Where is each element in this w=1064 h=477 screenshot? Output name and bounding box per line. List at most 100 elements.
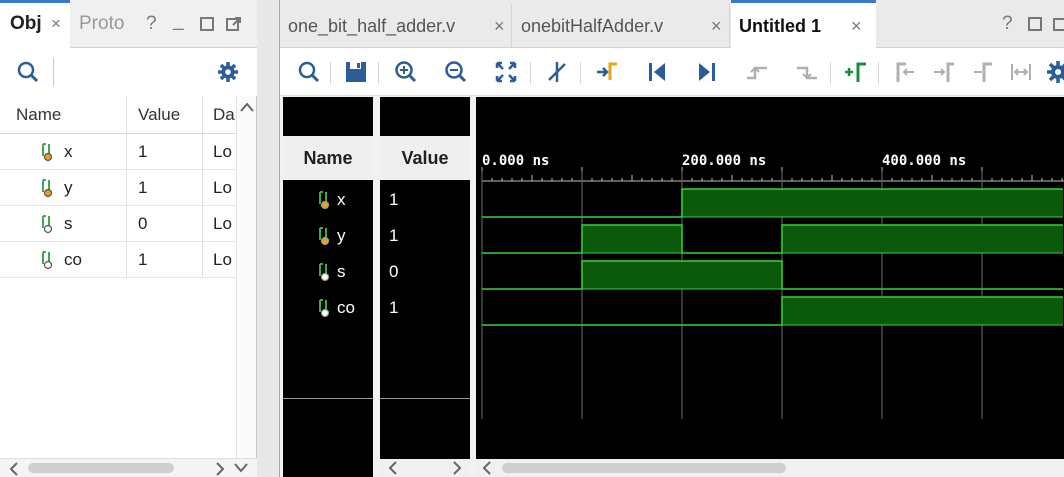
- chevron-right-icon[interactable]: [452, 461, 462, 475]
- waveform-high-segment: [782, 297, 882, 325]
- row-name: x: [64, 142, 73, 161]
- table-row[interactable]: s 0 Lo: [0, 206, 236, 242]
- signal-value: 1: [389, 298, 399, 317]
- close-icon[interactable]: ×: [851, 3, 862, 49]
- row-type: Lo: [213, 142, 232, 161]
- signal-name[interactable]: y: [337, 226, 346, 246]
- go-to-start-icon[interactable]: [643, 58, 671, 86]
- waveform-editor: one_bit_half_adder.v × onebitHalfAdder.v…: [279, 0, 1064, 477]
- waveform-high-segment: [982, 189, 1063, 217]
- column-value[interactable]: Value: [138, 96, 180, 134]
- row-name: co: [64, 250, 82, 269]
- row-type: Lo: [213, 178, 232, 197]
- chevron-up-icon[interactable]: [240, 102, 254, 112]
- close-icon[interactable]: ×: [51, 0, 61, 48]
- signal-name[interactable]: s: [337, 262, 346, 282]
- add-marker-icon[interactable]: [842, 58, 870, 86]
- signal-value: 1: [389, 226, 399, 245]
- marker-icon[interactable]: [970, 58, 998, 86]
- go-to-cursor-icon[interactable]: [593, 58, 621, 86]
- waveform-high-segment: [982, 297, 1063, 325]
- waveform-high-segment: [582, 225, 682, 253]
- signal-icon: [42, 179, 53, 198]
- objects-table-header: Name Value Da: [0, 96, 236, 134]
- float-icon[interactable]: [1053, 16, 1064, 32]
- zoom-out-icon[interactable]: [442, 58, 470, 86]
- maximize-icon[interactable]: [200, 17, 214, 31]
- cursor-snap-icon[interactable]: [543, 58, 571, 86]
- signal-name[interactable]: co: [337, 298, 355, 318]
- table-row[interactable]: x 1 Lo: [0, 134, 236, 170]
- horizontal-scrollbar[interactable]: [0, 458, 257, 477]
- tab-objects[interactable]: Obj ×: [0, 0, 70, 48]
- waveform-high-segment: [782, 225, 882, 253]
- waveform-high-segment: [882, 297, 982, 325]
- time-label: 400.000 ns: [882, 153, 966, 169]
- signal-value: 0: [389, 262, 399, 281]
- signal-value: 1: [389, 190, 399, 209]
- signal-icon: [319, 263, 330, 282]
- go-to-end-icon[interactable]: [693, 58, 721, 86]
- save-icon[interactable]: [342, 58, 370, 86]
- waveform-scrollbar[interactable]: [476, 459, 1064, 477]
- row-name: y: [64, 178, 73, 197]
- tab-onebit-half-adder[interactable]: onebitHalfAdder.v ×: [513, 4, 730, 48]
- tab-one-bit-half-adder[interactable]: one_bit_half_adder.v ×: [280, 4, 512, 48]
- column-name[interactable]: Name: [16, 96, 61, 134]
- settings-icon[interactable]: [217, 61, 239, 83]
- maximize-icon[interactable]: [1028, 17, 1042, 31]
- float-icon[interactable]: [226, 16, 242, 32]
- toolbar-divider: [53, 58, 54, 86]
- prev-marker-icon[interactable]: [892, 58, 920, 86]
- signal-icon: [319, 191, 330, 210]
- chevron-left-icon[interactable]: [9, 462, 19, 476]
- help-icon[interactable]: ?: [1002, 13, 1013, 35]
- swap-cursors-icon[interactable]: [1007, 58, 1035, 86]
- tab-protocols[interactable]: Proto: [79, 0, 124, 48]
- waveform-high-segment: [882, 225, 982, 253]
- waveform-high-segment: [982, 225, 1063, 253]
- chevron-down-icon[interactable]: [234, 463, 248, 473]
- chevron-left-icon[interactable]: [388, 461, 398, 475]
- waveform-toolbar: [280, 48, 1064, 96]
- waveform-high-segment: [582, 261, 682, 289]
- column-data-type[interactable]: Da: [213, 96, 235, 134]
- table-row[interactable]: y 1 Lo: [0, 170, 236, 206]
- prev-transition-icon[interactable]: [743, 58, 771, 86]
- objects-tab-bar: Obj × Proto ? _: [0, 0, 257, 48]
- scrollbar-thumb[interactable]: [502, 463, 786, 473]
- tab-untitled-1[interactable]: Untitled 1 ×: [731, 0, 876, 48]
- objects-panel: Obj × Proto ? _ Name Value Da x 1 Lo y 1…: [0, 0, 257, 477]
- next-transition-icon[interactable]: [793, 58, 821, 86]
- values-scrollbar[interactable]: [380, 459, 470, 477]
- tab-objects-label: Obj: [10, 13, 42, 34]
- search-icon[interactable]: [17, 61, 39, 83]
- close-icon[interactable]: ×: [711, 4, 722, 48]
- minimize-icon[interactable]: _: [173, 10, 184, 32]
- scrollbar-thumb[interactable]: [28, 463, 174, 473]
- signal-icon: [319, 299, 330, 318]
- next-marker-icon[interactable]: [930, 58, 958, 86]
- waveform-canvas[interactable]: 0.000 ns 200.000 ns 400.000 ns: [476, 97, 1064, 459]
- chevron-left-icon[interactable]: [482, 461, 492, 475]
- objects-toolbar: [0, 48, 257, 96]
- tab-label: onebitHalfAdder.v: [521, 16, 664, 36]
- chevron-right-icon[interactable]: [215, 462, 225, 476]
- time-label: 200.000 ns: [682, 153, 766, 169]
- help-icon[interactable]: ?: [146, 13, 157, 35]
- close-icon[interactable]: ×: [494, 4, 505, 48]
- names-header[interactable]: Name: [283, 136, 373, 180]
- values-header[interactable]: Value: [380, 136, 470, 180]
- signal-name[interactable]: x: [337, 190, 346, 210]
- signal-icon: [319, 227, 330, 246]
- waveform-high-segment: [782, 189, 882, 217]
- zoom-in-icon[interactable]: [392, 58, 420, 86]
- settings-icon[interactable]: [1044, 58, 1064, 86]
- waveform-high-segment: [682, 261, 782, 289]
- search-icon[interactable]: [295, 58, 323, 86]
- signal-icon: [42, 143, 53, 162]
- vertical-scrollbar[interactable]: [236, 96, 256, 460]
- zoom-fit-icon[interactable]: [492, 58, 520, 86]
- table-row[interactable]: co 1 Lo: [0, 242, 236, 278]
- signal-icon: [42, 251, 53, 270]
